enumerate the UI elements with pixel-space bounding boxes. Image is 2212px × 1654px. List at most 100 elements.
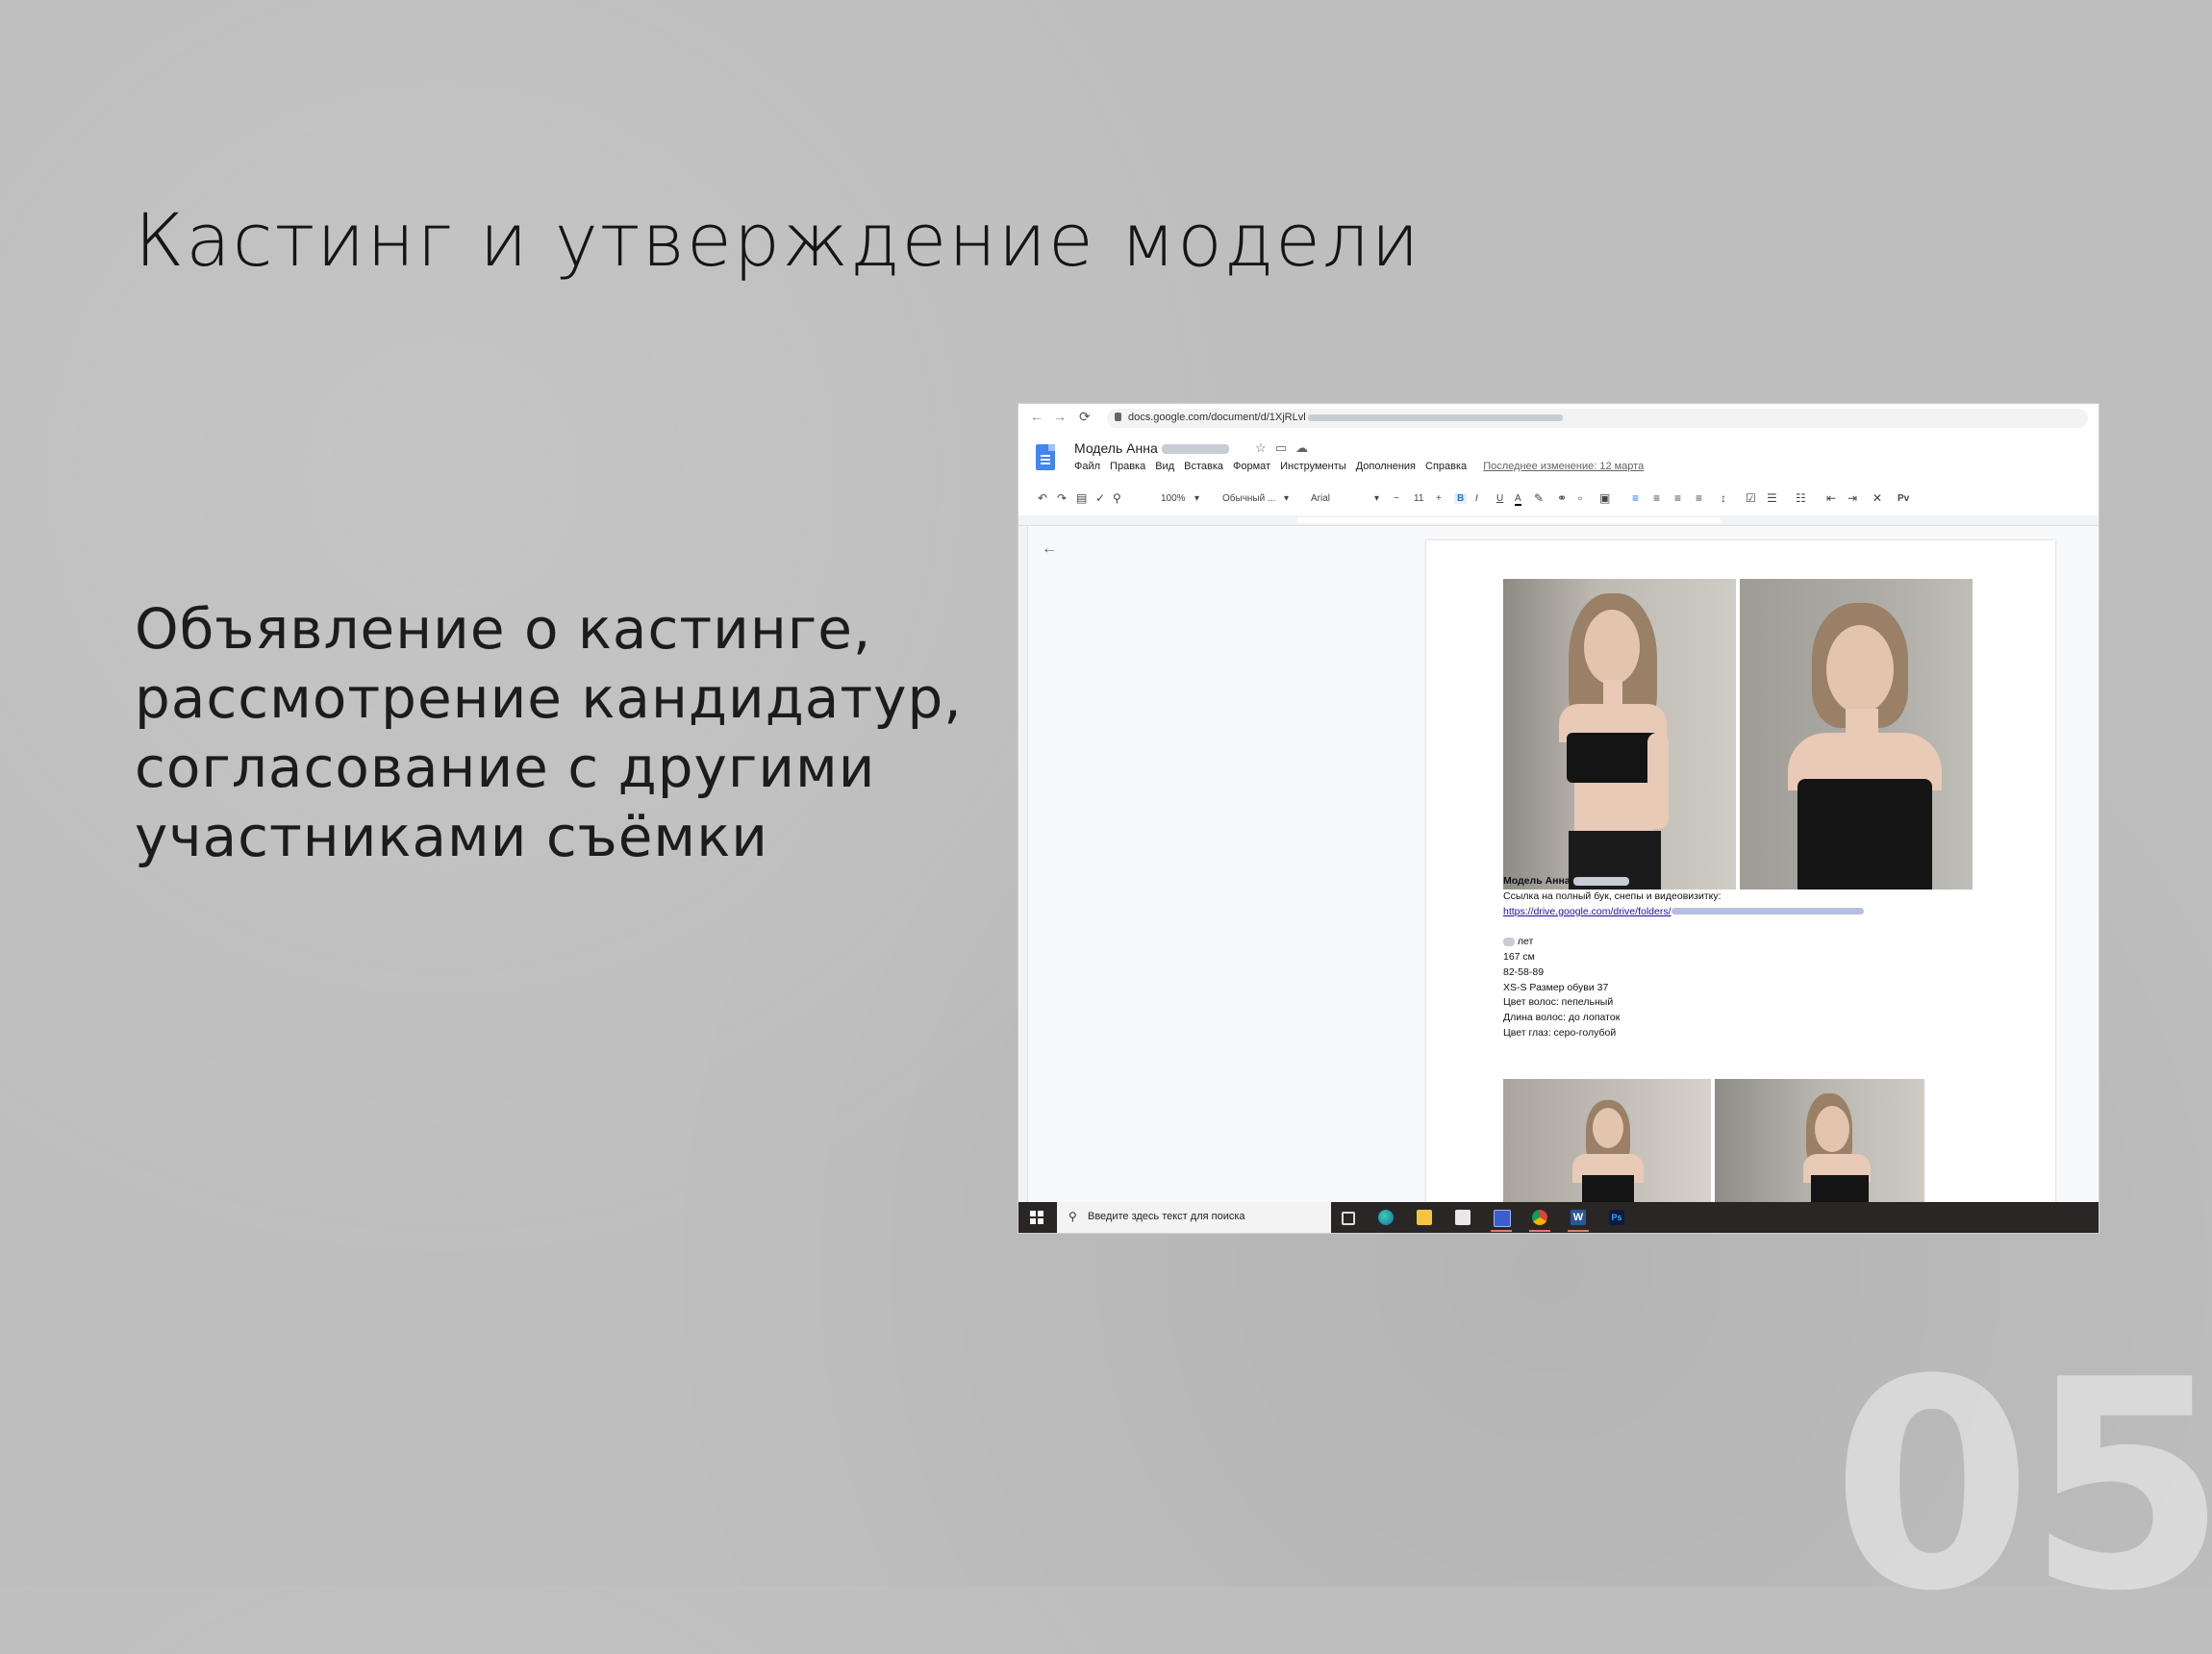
- menu-format[interactable]: Формат: [1233, 461, 1270, 472]
- horizontal-ruler: [1018, 515, 2099, 526]
- save-icon[interactable]: [1494, 1210, 1511, 1227]
- eye-color-text: Цвет глаз: серо-голубой: [1503, 1026, 1617, 1039]
- store-icon[interactable]: [1455, 1210, 1470, 1225]
- doc-title[interactable]: Модель Анна: [1074, 440, 1229, 456]
- increase-indent-icon[interactable]: ⇥: [1848, 491, 1857, 505]
- forward-button[interactable]: →: [1053, 409, 1067, 424]
- measurements-text: 82-58-89: [1503, 965, 1545, 978]
- folder-icon[interactable]: ▭: [1275, 440, 1287, 456]
- font-select[interactable]: Arial: [1311, 493, 1330, 504]
- taskbar-search[interactable]: ⚲ Введите здесь текст для поиска: [1057, 1202, 1331, 1233]
- menu-view[interactable]: Вид: [1155, 461, 1174, 472]
- edge-icon[interactable]: [1378, 1210, 1394, 1225]
- chevron-down-icon: ▾: [1284, 493, 1290, 504]
- blurred-surname: [1161, 444, 1229, 455]
- blurred-surname: [1572, 876, 1629, 886]
- photoshop-icon[interactable]: Ps: [1609, 1210, 1624, 1225]
- taskbar-search-placeholder: Введите здесь текст для поиска: [1088, 1211, 1245, 1222]
- bold-button[interactable]: B: [1454, 493, 1468, 504]
- align-right-icon[interactable]: ≡: [1674, 491, 1681, 505]
- body-line: согласование с другими: [135, 735, 876, 800]
- model-photo-full: [1503, 1079, 1711, 1204]
- explorer-icon[interactable]: [1417, 1210, 1432, 1225]
- menu-bar: Файл Правка Вид Вставка Формат Инструменты Доп…: [1074, 461, 1653, 472]
- align-center-icon[interactable]: ≡: [1653, 491, 1660, 505]
- document-page[interactable]: Модель Анна Ссылка на полный бук, снепы …: [1426, 540, 2055, 1233]
- line-spacing-icon[interactable]: ↕: [1721, 491, 1726, 505]
- model-photo-profile: [1715, 1079, 1924, 1204]
- clear-format-icon[interactable]: ✕: [1873, 491, 1882, 505]
- menu-edit[interactable]: Правка: [1110, 461, 1145, 472]
- back-button[interactable]: ←: [1030, 409, 1043, 424]
- word-icon[interactable]: W: [1571, 1210, 1586, 1225]
- model-info: Модель Анна Ссылка на полный бук, снепы …: [1503, 874, 1864, 1041]
- slide-body: Объявление о кастинге, рассмотрение канд…: [135, 594, 1000, 871]
- bullet-list-icon[interactable]: ☰: [1767, 491, 1777, 505]
- model-photo-front: [1503, 579, 1736, 890]
- model-name: Модель Анна: [1503, 875, 1571, 887]
- align-justify-icon[interactable]: ≡: [1696, 491, 1702, 505]
- height-text: 167 см: [1503, 950, 1535, 963]
- text-color-button[interactable]: A: [1515, 493, 1521, 506]
- drive-link[interactable]: https://drive.google.com/drive/folders/: [1503, 906, 1672, 917]
- chrome-icon[interactable]: [1532, 1210, 1547, 1225]
- menu-tools[interactable]: Инструменты: [1280, 461, 1346, 472]
- spellcheck-icon[interactable]: ✓: [1095, 491, 1105, 505]
- numbered-list-icon[interactable]: ☷: [1796, 491, 1806, 505]
- body-line: рассмотрение кандидатур,: [135, 665, 963, 731]
- size-shoe-text: XS-S Размер обуви 37: [1503, 981, 1609, 993]
- last-edit-link[interactable]: Последнее изменение: 12 марта: [1483, 461, 1644, 472]
- blurred-age: [1503, 937, 1515, 946]
- hair-color-text: Цвет волос: пепельный: [1503, 996, 1614, 1009]
- menu-help[interactable]: Справка: [1425, 461, 1467, 472]
- input-tools-button[interactable]: Рv: [1898, 493, 1909, 504]
- chevron-down-icon: ▾: [1374, 493, 1380, 504]
- zoom-select[interactable]: 100%: [1161, 493, 1186, 504]
- underline-button[interactable]: U: [1496, 493, 1503, 504]
- body-line: Объявление о кастинге,: [135, 596, 872, 662]
- menu-addons[interactable]: Дополнения: [1356, 461, 1416, 472]
- body-line: участниками съёмки: [135, 804, 768, 869]
- link-label: Ссылка на полный бук, снепы и видеовизит…: [1503, 890, 1722, 902]
- undo-icon[interactable]: ↶: [1038, 491, 1047, 505]
- redo-icon[interactable]: ↷: [1057, 491, 1067, 505]
- menu-insert[interactable]: Вставка: [1184, 461, 1223, 472]
- windows-start-icon[interactable]: [1030, 1211, 1043, 1224]
- image-icon[interactable]: ▣: [1599, 491, 1610, 505]
- highlight-icon[interactable]: ✎: [1534, 491, 1544, 505]
- checklist-icon[interactable]: ☑: [1746, 491, 1756, 505]
- docs-toolbar: ↶ ↷ ▤ ✓ ⚲ 100% ▾ Обычный ... ▾ Arial ▾ −…: [1018, 483, 2099, 516]
- font-size-increase[interactable]: +: [1436, 493, 1442, 504]
- docs-logo-icon[interactable]: [1036, 444, 1055, 470]
- vertical-ruler: [1018, 526, 1028, 1223]
- windows-taskbar: ⚲ Введите здесь текст для поиска W Ps: [1018, 1202, 2099, 1233]
- model-photo-portrait: [1740, 579, 1973, 890]
- screenshot: ← → ⟳ docs.google.com/document/d/1XjRLvl…: [1018, 404, 2099, 1233]
- url-text: docs.google.com/document/d/1XjRLvl: [1128, 412, 1306, 423]
- decrease-indent-icon[interactable]: ⇤: [1826, 491, 1836, 505]
- star-icon[interactable]: ☆: [1255, 440, 1267, 456]
- chevron-down-icon: ▾: [1194, 493, 1200, 504]
- print-icon[interactable]: ▤: [1076, 491, 1087, 505]
- font-size-decrease[interactable]: −: [1394, 493, 1399, 504]
- comment-icon[interactable]: ▫: [1578, 491, 1582, 505]
- paint-format-icon[interactable]: ⚲: [1113, 491, 1121, 505]
- cloud-icon[interactable]: ☁: [1295, 440, 1308, 456]
- reload-button[interactable]: ⟳: [1079, 409, 1091, 425]
- url-blurred: [1307, 414, 1563, 421]
- menu-file[interactable]: Файл: [1074, 461, 1100, 472]
- outline-back-arrow[interactable]: ←: [1042, 540, 1057, 558]
- age-suffix: лет: [1517, 936, 1534, 948]
- style-select[interactable]: Обычный ...: [1222, 493, 1275, 504]
- url-field[interactable]: docs.google.com/document/d/1XjRLvl: [1107, 409, 2088, 428]
- hair-length-text: Длина волос: до лопаток: [1503, 1012, 1621, 1024]
- align-left-icon[interactable]: ≡: [1632, 491, 1639, 505]
- slide-title: Кастинг и утверждение модели: [135, 197, 1421, 283]
- page-number: 05: [1831, 1318, 2212, 1654]
- link-icon[interactable]: ⚭: [1557, 491, 1567, 505]
- lock-icon: [1115, 413, 1121, 421]
- browser-address-bar: ← → ⟳ docs.google.com/document/d/1XjRLvl: [1018, 404, 2099, 434]
- italic-button[interactable]: I: [1475, 493, 1478, 504]
- font-size-field[interactable]: 11: [1414, 493, 1423, 504]
- task-view-icon[interactable]: [1342, 1212, 1355, 1225]
